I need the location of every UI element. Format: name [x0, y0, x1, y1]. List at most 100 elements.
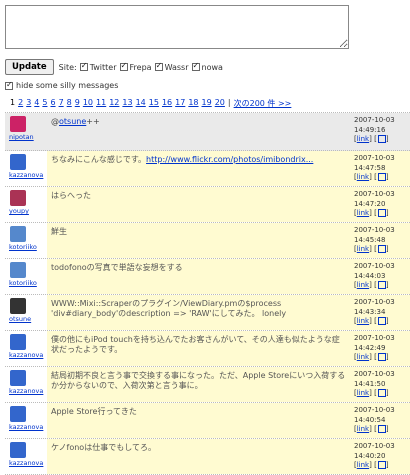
pager-current: 1 [10, 98, 16, 107]
site-checkbox-twitter[interactable] [79, 61, 88, 71]
hide-silly-checkbox[interactable] [5, 80, 13, 90]
pager-link[interactable]: 11 [96, 98, 106, 109]
pager-link[interactable]: 7 [59, 98, 64, 109]
message-text: 結局初期不良と言う事で交換する事になった。ただ、Apple Storeにいつ入荷… [47, 367, 350, 402]
username-link[interactable]: kazzanova [9, 171, 47, 179]
post-actions: [link] [] [354, 317, 389, 325]
username-link[interactable]: youpy [9, 207, 47, 215]
post-date: 2007-10-03 [354, 334, 395, 342]
reply-icon[interactable] [377, 461, 386, 469]
site-option-wassr[interactable]: Wassr [154, 61, 189, 72]
reply-icon[interactable] [377, 245, 386, 253]
avatar[interactable] [10, 226, 26, 242]
avatar[interactable] [10, 298, 26, 314]
site-label-wassr: Wassr [164, 62, 189, 72]
meta-cell: 2007-10-03 14:49:16 [link] [] [350, 113, 410, 150]
update-button[interactable]: Update [5, 59, 54, 75]
permalink-link[interactable]: link [357, 173, 369, 181]
site-checkbox-wassr[interactable] [154, 61, 163, 71]
permalink-link[interactable]: link [357, 317, 369, 325]
pager-link[interactable]: 8 [67, 98, 72, 109]
message-text: WWW::Mixi::Scraperのプラグイン/ViewDiary.pmの$p… [47, 295, 350, 330]
permalink-link[interactable]: link [357, 135, 369, 143]
site-option-frepa[interactable]: Frepa [119, 61, 152, 72]
pager-link[interactable]: 14 [136, 98, 146, 109]
avatar[interactable] [10, 116, 26, 132]
meta-cell: 2007-10-03 14:40:54 [link] [] [350, 403, 410, 438]
pager-link[interactable]: 18 [188, 98, 198, 109]
pager-link[interactable]: 4 [34, 98, 39, 109]
site-checkbox-frepa[interactable] [119, 61, 128, 71]
username-link[interactable]: nipotan [9, 133, 47, 141]
pager-next-link[interactable]: 次の200 件 >> [234, 98, 292, 109]
message-url-link[interactable]: http://www.flickr.com/photos/imibondrix.… [146, 155, 313, 164]
timeline-row: kazzanova 結局初期不良と言う事で交換する事になった。ただ、Apple S… [5, 367, 410, 403]
status-input[interactable] [5, 5, 349, 49]
site-label: Site: [58, 62, 77, 72]
reply-icon[interactable] [377, 389, 386, 397]
avatar[interactable] [10, 334, 26, 350]
username-link[interactable]: otsune [9, 315, 47, 323]
reply-icon[interactable] [377, 281, 386, 289]
reply-icon[interactable] [377, 135, 386, 143]
permalink-link[interactable]: link [357, 389, 369, 397]
site-checkbox-nowa[interactable] [191, 61, 200, 71]
reply-icon[interactable] [377, 209, 386, 217]
hide-silly-label: hide some silly messages [16, 81, 119, 90]
avatar[interactable] [10, 370, 26, 386]
pager-link[interactable]: 16 [162, 98, 172, 109]
permalink-link[interactable]: link [357, 461, 369, 469]
username-link[interactable]: kotoriiko [9, 243, 47, 251]
avatar[interactable] [10, 154, 26, 170]
meta-cell: 2007-10-03 14:47:20 [link] [] [350, 187, 410, 222]
permalink-link[interactable]: link [357, 245, 369, 253]
mention-link[interactable]: otsune [59, 117, 86, 126]
username-link[interactable]: kazzanova [9, 387, 47, 395]
permalink-link[interactable]: link [357, 353, 369, 361]
pager-link[interactable]: 5 [42, 98, 47, 109]
site-option-twitter[interactable]: Twitter [79, 61, 117, 72]
reply-icon[interactable] [377, 425, 386, 433]
pager-link[interactable]: 13 [122, 98, 132, 109]
avatar[interactable] [10, 262, 26, 278]
user-cell: kazzanova [5, 367, 47, 402]
site-label-frepa: Frepa [129, 62, 152, 72]
pager-link[interactable]: 9 [75, 98, 80, 109]
site-label-twitter: Twitter [89, 62, 117, 72]
pager-link[interactable]: 10 [83, 98, 93, 109]
reply-icon[interactable] [377, 353, 386, 361]
avatar[interactable] [10, 406, 26, 422]
permalink-link[interactable]: link [357, 425, 369, 433]
avatar[interactable] [10, 190, 26, 206]
meta-cell: 2007-10-03 14:44:03 [link] [] [350, 259, 410, 294]
timeline-row: kazzanova Apple Store行ってきた 2007-10-03 14:40… [5, 403, 410, 439]
meta-cell: 2007-10-03 14:43:34 [link] [] [350, 295, 410, 330]
pager-link[interactable]: 17 [175, 98, 185, 109]
post-time: 14:40:54 [354, 415, 386, 424]
pager-link[interactable]: 19 [202, 98, 212, 109]
meta-cell: 2007-10-03 14:47:58 [link] [] [350, 151, 410, 186]
pager-link[interactable]: 15 [149, 98, 159, 109]
pager-link[interactable]: 2 [18, 98, 23, 109]
pager-link[interactable]: 6 [50, 98, 55, 109]
user-cell: kotoriiko [5, 223, 47, 258]
site-option-nowa[interactable]: nowa [191, 61, 223, 72]
reply-icon[interactable] [377, 317, 386, 325]
permalink-link[interactable]: link [357, 281, 369, 289]
pager-link[interactable]: 12 [109, 98, 119, 109]
pager-link[interactable]: 3 [26, 98, 31, 109]
pager-separator: | [227, 98, 231, 107]
hide-silly-toggle[interactable]: hide some silly messages [5, 80, 119, 90]
timeline-row: kazzanova ケノfonoは仕事でもしてろ。 2007-10-03 14:40:… [5, 439, 410, 475]
username-link[interactable]: kotoriiko [9, 279, 47, 287]
message-text: 鮮生 [47, 223, 350, 258]
timeline-row: nipotan @otsune++ 2007-10-03 14:49:16 [link]… [5, 113, 410, 151]
reply-icon[interactable] [377, 173, 386, 181]
username-link[interactable]: kazzanova [9, 459, 47, 467]
username-link[interactable]: kazzanova [9, 423, 47, 431]
site-checkboxes: Twitter Frepa Wassr nowa [79, 61, 223, 72]
avatar[interactable] [10, 442, 26, 458]
username-link[interactable]: kazzanova [9, 351, 47, 359]
permalink-link[interactable]: link [357, 209, 369, 217]
pager-link[interactable]: 20 [215, 98, 225, 109]
